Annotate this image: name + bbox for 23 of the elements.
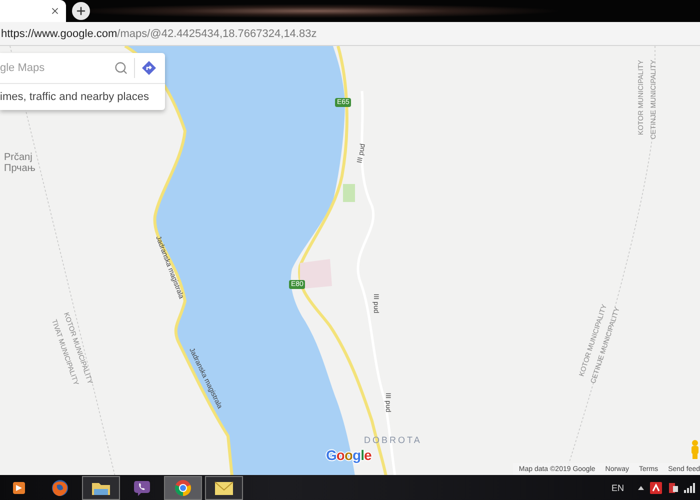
taskbar-app-button[interactable] — [82, 476, 120, 500]
tab-close-button[interactable] — [50, 6, 60, 16]
map-logo: Google — [326, 447, 372, 463]
place-label: Prčanj — [4, 153, 32, 163]
directions-icon[interactable] — [141, 60, 157, 76]
chat-bubble-icon — [133, 478, 151, 496]
search-button[interactable] — [114, 61, 128, 75]
place-label: Прчањ — [4, 164, 36, 174]
taskbar-app-button[interactable] — [205, 476, 243, 500]
new-tab-button[interactable] — [72, 2, 90, 20]
language-indicator[interactable]: EN — [611, 482, 624, 492]
plus-icon[interactable] — [75, 5, 87, 17]
taskbar-app-button[interactable] — [164, 476, 202, 500]
search-field[interactable]: gle Maps — [0, 62, 108, 74]
envelope-icon — [214, 480, 234, 496]
signal-icon[interactable] — [684, 482, 696, 492]
chrome-icon — [174, 478, 192, 496]
up-caret-icon[interactable] — [638, 486, 644, 490]
antivirus-icon[interactable] — [650, 482, 662, 494]
media-player-icon — [13, 480, 25, 496]
firefox-icon — [51, 478, 69, 496]
device-icon[interactable] — [668, 482, 678, 494]
search-hint: imes, traffic and nearby places — [0, 91, 149, 103]
